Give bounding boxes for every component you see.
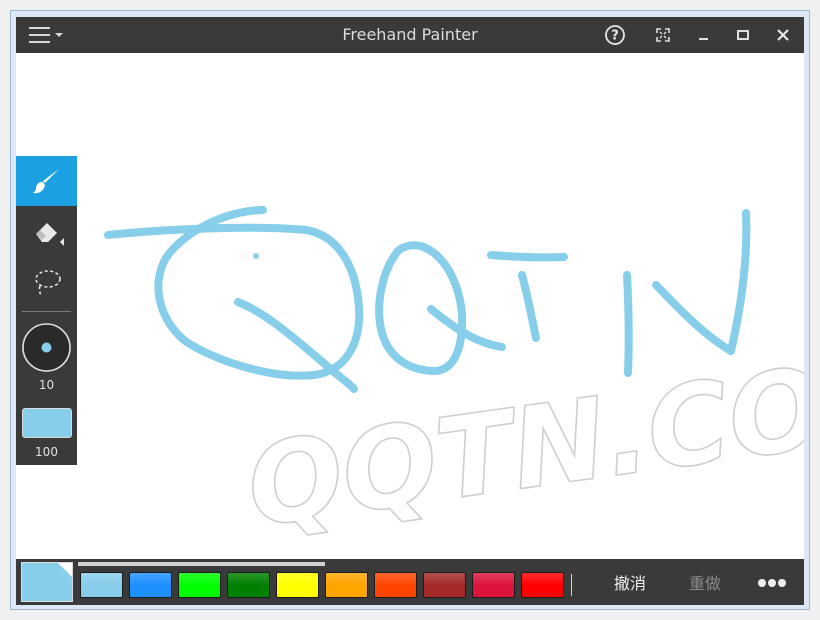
handwriting-strokes xyxy=(104,206,751,393)
palette-swatch[interactable] xyxy=(521,572,564,598)
palette-swatch[interactable] xyxy=(374,572,417,598)
current-color-swatch[interactable] xyxy=(22,408,72,438)
toolbar-divider xyxy=(22,311,71,312)
brush-tool[interactable] xyxy=(16,156,77,206)
palette-swatch[interactable] xyxy=(80,572,123,598)
selected-color-preview[interactable] xyxy=(21,562,73,602)
palette-swatch[interactable] xyxy=(472,572,515,598)
palette-swatch[interactable] xyxy=(423,572,466,598)
svg-text:?: ? xyxy=(611,29,619,44)
palette-swatch[interactable] xyxy=(129,572,172,598)
minimize-button[interactable] xyxy=(688,17,718,53)
title-bar: Freehand Painter ? xyxy=(16,17,804,53)
brush-size-value: 10 xyxy=(38,378,55,392)
bottom-divider xyxy=(571,574,572,596)
maximize-icon xyxy=(737,30,749,40)
fullscreen-icon xyxy=(656,28,670,42)
minimize-icon xyxy=(699,38,708,40)
window-title: Freehand Painter xyxy=(342,25,478,44)
lasso-tool[interactable] xyxy=(16,258,77,306)
lasso-icon xyxy=(34,270,61,297)
brush-size-dial-icon xyxy=(22,323,71,372)
left-toolbar: 10 100 xyxy=(16,156,77,465)
undo-button[interactable]: 撤消 xyxy=(614,572,646,596)
help-button[interactable]: ? xyxy=(600,17,630,53)
bottom-bar: 撤消 重做 xyxy=(16,559,804,605)
corner-fold-icon xyxy=(58,563,72,577)
close-icon xyxy=(777,29,789,41)
fullscreen-button[interactable] xyxy=(648,17,678,53)
close-button[interactable] xyxy=(768,17,798,53)
eraser-tool[interactable] xyxy=(16,208,77,258)
redo-button[interactable]: 重做 xyxy=(689,572,721,596)
drawing-canvas[interactable]: QQTN.COM xyxy=(16,53,804,559)
more-icon xyxy=(758,579,786,587)
palette-swatch[interactable] xyxy=(178,572,221,598)
palette-swatch[interactable] xyxy=(227,572,270,598)
palette-swatch[interactable] xyxy=(325,572,368,598)
eraser-icon xyxy=(35,223,64,246)
maximize-button[interactable] xyxy=(728,17,758,53)
more-button[interactable] xyxy=(756,573,788,593)
opacity-value: 100 xyxy=(35,445,58,459)
palette-scrollbar[interactable] xyxy=(78,562,325,566)
brush-icon xyxy=(32,169,59,194)
brush-size-control[interactable] xyxy=(21,322,72,373)
canvas-drawing: QQTN.COM xyxy=(104,206,804,554)
palette-swatch[interactable] xyxy=(276,572,319,598)
help-icon: ? xyxy=(605,25,625,45)
